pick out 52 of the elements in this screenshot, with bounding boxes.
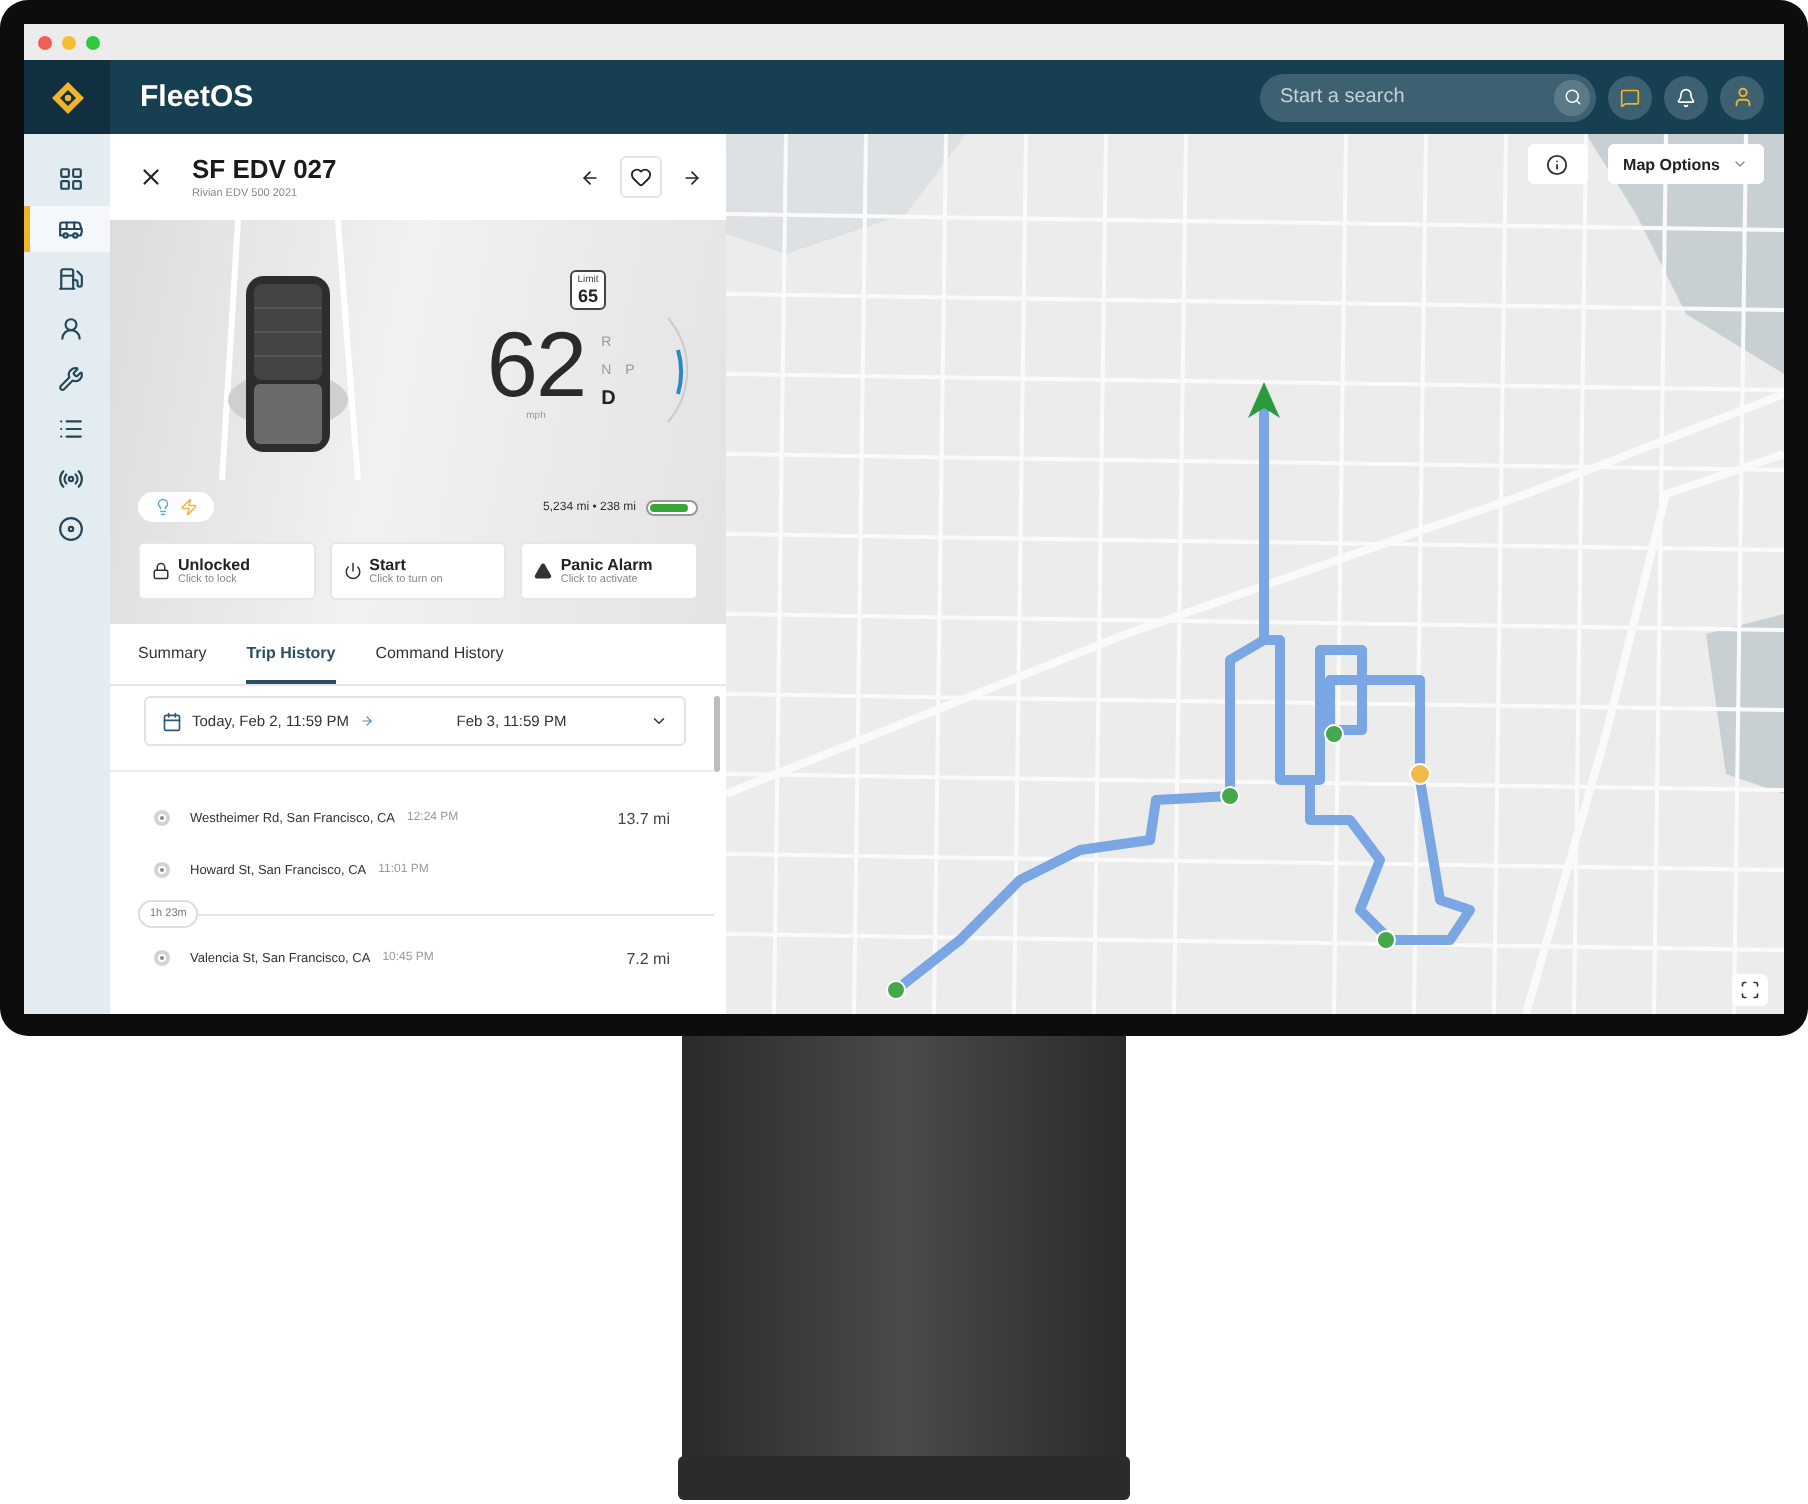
close-button[interactable] [138,164,164,190]
stop-marker-icon [154,950,170,966]
messages-button[interactable] [1608,75,1652,119]
stop-marker-icon [154,862,170,878]
dashboard-icon [57,166,83,192]
warning-icon [534,562,553,580]
favorite-button[interactable] [620,156,662,198]
lock-icon [152,562,170,580]
message-icon [1620,87,1640,107]
tire-icon [57,516,83,542]
app-name: FleetOS [140,80,256,114]
previous-button[interactable] [580,167,600,187]
user-icon [1731,86,1753,108]
next-button[interactable] [682,167,702,187]
recenter-button[interactable] [1732,974,1768,1006]
speed-arc-drawing [665,314,690,426]
bus-icon [57,216,83,242]
map-options-button[interactable]: Map Options [1607,144,1764,184]
notifications-button[interactable] [1664,75,1708,119]
headlight-icon [154,498,172,516]
logo-icon [49,79,85,115]
speed-reading: 62 [486,318,586,410]
arrow-icon [359,714,374,728]
trip-distance: 13.7 mi [617,809,670,827]
tab[interactable]: Command History [375,624,504,684]
info-icon [1546,153,1569,175]
window-controls-icon [38,35,106,49]
list-icon [57,416,83,442]
profile-button[interactable] [1720,75,1764,119]
tab[interactable]: Trip History [246,624,336,684]
tab[interactable]: Summary [138,624,207,684]
power-icon [343,562,362,580]
wrench-icon [57,366,83,392]
sidebar-item[interactable] [24,206,110,252]
search-icon [1563,88,1581,106]
fuel-pump-icon [57,266,83,292]
gear-indicator: D [601,387,618,409]
search-field[interactable]: Start a search [1260,73,1596,121]
signal-icon [57,466,83,492]
driver-icon [57,316,83,342]
vehicle-name: SF EDV 027 [192,154,339,184]
scrollbar [714,696,720,772]
scan-icon [1740,980,1760,1000]
caret-icon [1732,156,1748,172]
bell-icon [1676,87,1696,107]
stop-marker-icon [154,810,170,826]
charging-icon [180,498,198,516]
trip-distance: 7.2 mi [626,949,670,967]
caret-icon [650,712,668,730]
calendar-icon [162,711,182,731]
info-button[interactable] [1527,144,1588,184]
heart-icon [630,166,652,188]
